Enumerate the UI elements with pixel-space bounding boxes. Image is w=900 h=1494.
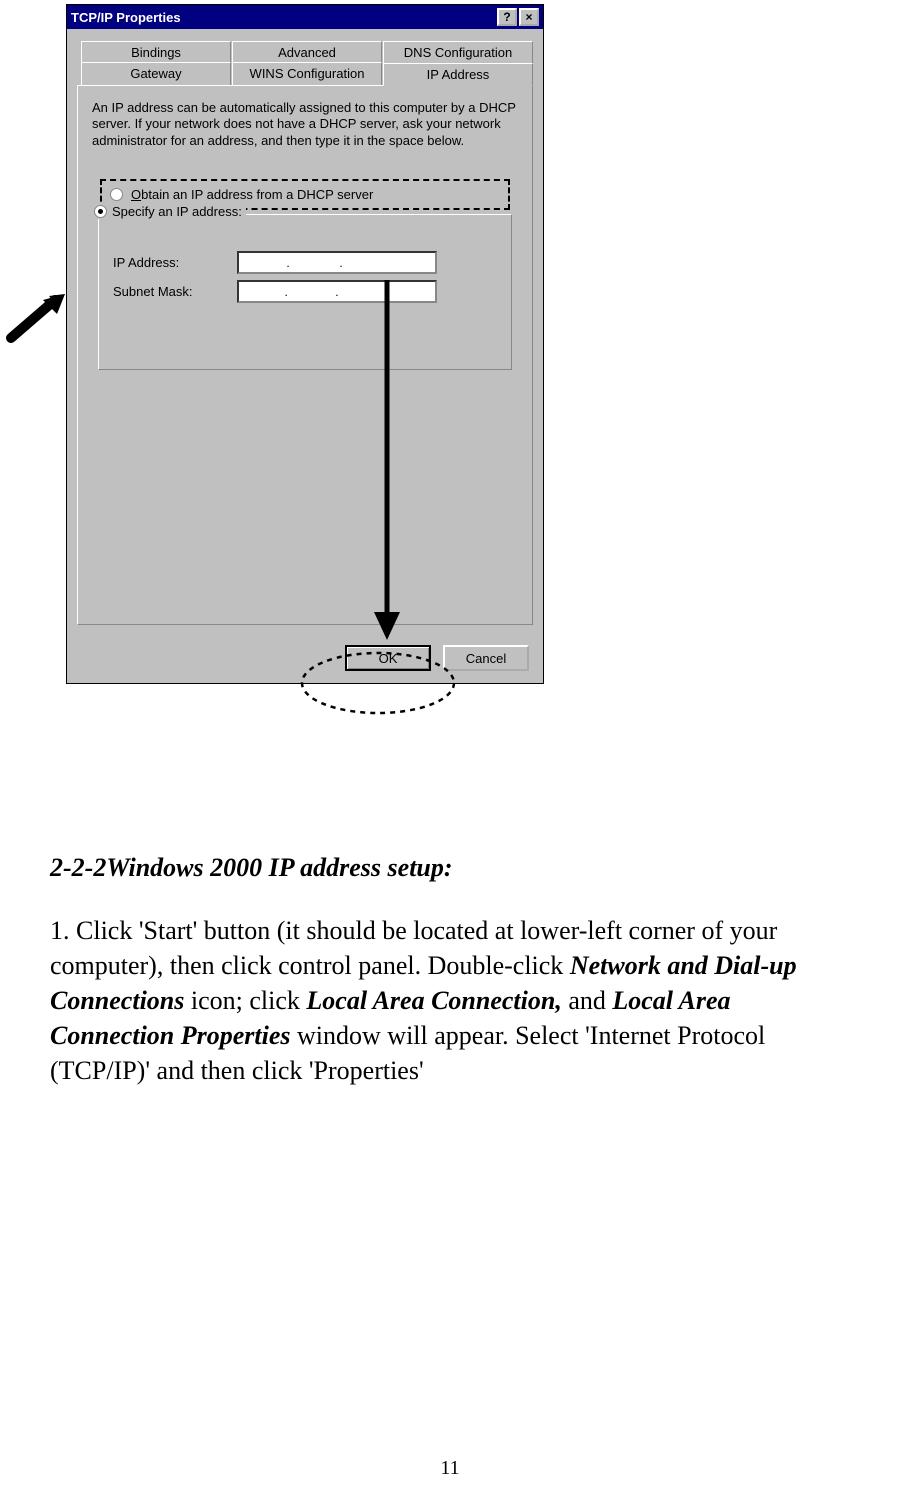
tab-row-2: Gateway WINS Configuration IP Address (77, 62, 533, 85)
subnet-mask-input[interactable]: . . . (237, 280, 437, 303)
radio-specify-ip-label: Specify an IP address: (112, 204, 242, 219)
subnet-mask-label: Subnet Mask: (113, 284, 223, 299)
tcpip-properties-dialog: TCP/IP Properties ? × Bindings Advanced … (66, 4, 544, 684)
page-number: 11 (0, 1457, 900, 1480)
close-button[interactable]: × (519, 8, 539, 26)
tab-ip-address[interactable]: IP Address (383, 63, 533, 86)
ip-octet-1[interactable] (241, 253, 281, 272)
help-button[interactable]: ? (497, 8, 517, 26)
titlebar: TCP/IP Properties ? × (67, 5, 543, 29)
radio-specify-ip[interactable]: Specify an IP address: (94, 204, 246, 219)
tab-row-1: Bindings Advanced DNS Configuration (77, 41, 533, 63)
cancel-button[interactable]: Cancel (443, 645, 529, 671)
subnet-mask-row: Subnet Mask: . . . (113, 280, 497, 303)
radio-obtain-dhcp-label: Obtain an IP address from a DHCP server (131, 187, 373, 202)
window-title: TCP/IP Properties (71, 10, 495, 25)
ip-address-row: IP Address: . . (113, 251, 497, 274)
dialog-client-area: Bindings Advanced DNS Configuration Gate… (67, 29, 543, 635)
tab-strip: Bindings Advanced DNS Configuration Gate… (77, 41, 533, 85)
subnet-octet-1[interactable] (241, 282, 281, 301)
tab-advanced[interactable]: Advanced (232, 41, 382, 63)
ip-address-input[interactable]: . . (237, 251, 437, 274)
radio-icon (110, 188, 123, 201)
document-body: 2-2-2Windows 2000 IP address setup: 1. C… (50, 850, 850, 1089)
radio-icon (94, 205, 107, 218)
tab-dns-configuration[interactable]: DNS Configuration (383, 41, 533, 63)
tab-bindings[interactable]: Bindings (81, 41, 231, 63)
ok-button[interactable]: OK (345, 645, 431, 671)
info-text: An IP address can be automatically assig… (92, 100, 518, 149)
section-heading: 2-2-2Windows 2000 IP address setup: (50, 850, 850, 885)
specify-ip-group: Specify an IP address: IP Address: . . S… (98, 214, 512, 370)
ip-octet-3[interactable] (348, 253, 388, 272)
radio-obtain-dhcp[interactable]: Obtain an IP address from a DHCP server (108, 185, 375, 204)
ip-address-label: IP Address: (113, 255, 223, 270)
tab-wins-configuration[interactable]: WINS Configuration (232, 62, 382, 85)
subnet-octet-3[interactable] (342, 282, 382, 301)
radio-dot-icon (98, 209, 103, 214)
ip-octet-2[interactable] (295, 253, 335, 272)
subnet-octet-4[interactable] (393, 282, 433, 301)
tab-panel-ip-address: An IP address can be automatically assig… (77, 85, 533, 625)
instruction-paragraph: 1. Click 'Start' button (it should be lo… (50, 913, 850, 1088)
question-icon: ? (503, 11, 510, 23)
annotation-pointer-arrow-icon (5, 294, 65, 344)
close-icon: × (525, 11, 532, 23)
subnet-octet-2[interactable] (292, 282, 332, 301)
dialog-footer: OK Cancel (67, 635, 543, 683)
ip-octet-4[interactable] (393, 253, 433, 272)
tab-gateway[interactable]: Gateway (81, 62, 231, 85)
